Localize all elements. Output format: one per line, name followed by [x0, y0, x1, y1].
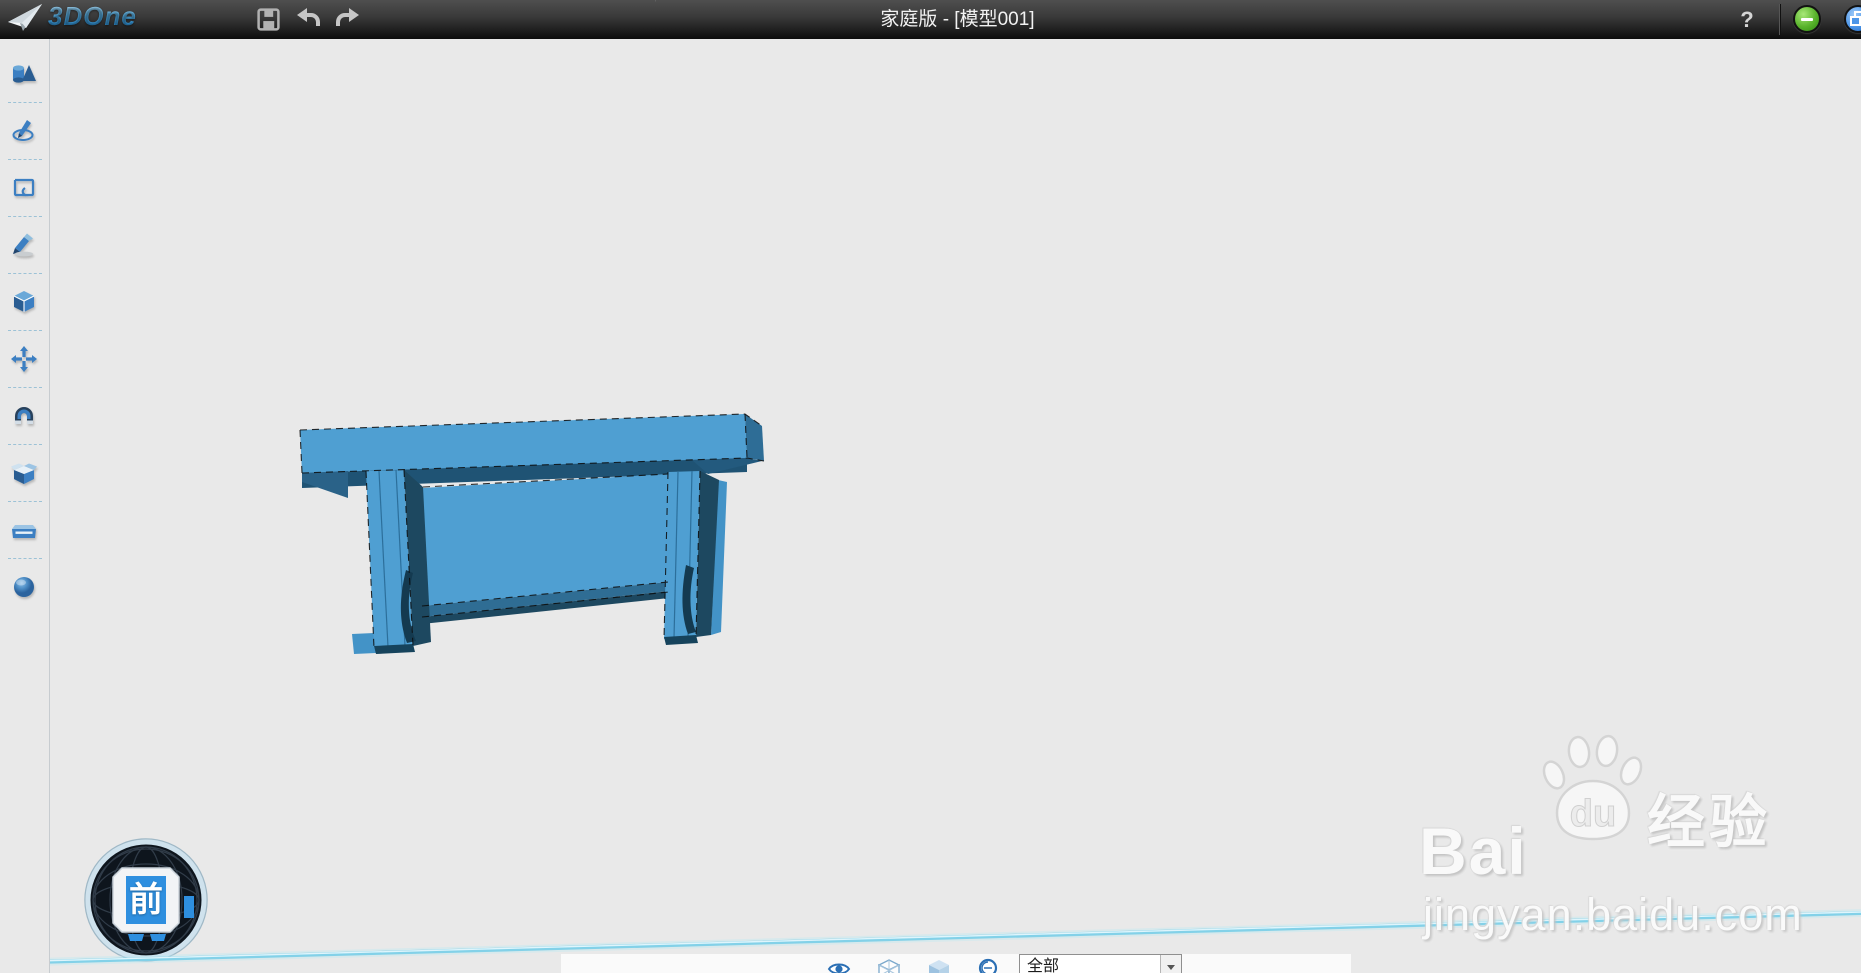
- sidebar-separator: [0, 153, 49, 166]
- sidebar-item-move-transform[interactable]: [0, 337, 48, 381]
- sidebar-separator: [0, 96, 49, 109]
- zoom-scope-icon: [978, 958, 998, 973]
- watermark-bai-text: Bai: [1419, 814, 1528, 888]
- wireframe-display-button[interactable]: [877, 958, 901, 973]
- viewport-3d[interactable]: 前 全部 Bai du 经验 jingyan.baidu.com: [0, 39, 1861, 973]
- display-filter-dropdown[interactable]: 全部: [1019, 954, 1182, 973]
- sketch-draw-icon: [12, 120, 34, 141]
- shaded-box-icon: [929, 960, 949, 973]
- sidebar-item-feature-cube[interactable]: [0, 280, 48, 324]
- overlapping-windows-icon: [1850, 11, 1861, 26]
- minimize-button[interactable]: [1793, 5, 1821, 33]
- sidebar-separator: [0, 381, 49, 394]
- primitive-solids-icon: [13, 65, 36, 83]
- feature-cube-icon: [13, 291, 35, 312]
- watermark-brand-row: Bai: [1419, 813, 1528, 889]
- quick-toolbar: [253, 3, 363, 35]
- eye-icon: [827, 963, 851, 973]
- combine-box-icon: [11, 463, 37, 484]
- sidebar-item-render-sphere[interactable]: [0, 565, 48, 609]
- baidu-watermark: Bai du 经验 jingyan.baidu.com: [1419, 734, 1819, 973]
- display-filter-value: 全部: [1027, 958, 1060, 973]
- sidebar-item-magnet-snap[interactable]: [0, 394, 48, 438]
- 3done-app: { "titlebar": { "app_name": "3DOne", "do…: [0, 0, 1861, 973]
- visibility-eye-button[interactable]: [827, 960, 851, 973]
- watermark-jingyan-text: 经验: [1647, 790, 1772, 855]
- display-toolbar: 全部: [561, 954, 1351, 973]
- view-cube-sphere: [84, 838, 208, 962]
- paper-plane-icon: [8, 3, 42, 31]
- tool-sidebar: [0, 39, 50, 973]
- undo-button[interactable]: [293, 3, 323, 35]
- sidebar-item-combine-box[interactable]: [0, 451, 48, 495]
- titlebar: 3DOne 家庭版 - [模型001] ?: [0, 0, 1861, 39]
- chevron-down-icon: [1167, 964, 1175, 970]
- bench-left-back-foot: [352, 633, 376, 654]
- move-arrows-icon: [11, 346, 37, 372]
- zoom-scope-button[interactable]: [977, 958, 1001, 973]
- sidebar-item-edit-pen[interactable]: [0, 223, 48, 267]
- wireframe-box-icon: [878, 959, 900, 973]
- app-name: 3DOne: [48, 1, 137, 31]
- restore-button[interactable]: [1844, 5, 1861, 33]
- magnet-icon: [15, 407, 33, 424]
- sidebar-item-measure-tray[interactable]: [0, 508, 48, 552]
- shaded-display-button[interactable]: [927, 958, 951, 973]
- measure-tray-icon: [12, 525, 36, 538]
- watermark-url: jingyan.baidu.com: [1423, 889, 1803, 940]
- sidebar-item-sketch-plane[interactable]: [0, 166, 48, 210]
- redo-arrow-icon: [336, 8, 359, 26]
- help-button[interactable]: ?: [1732, 0, 1762, 39]
- render-sphere-icon: [14, 577, 34, 597]
- redo-button[interactable]: [333, 3, 363, 35]
- sidebar-item-sketch-draw[interactable]: [0, 109, 48, 153]
- bench-right-leg-front: [664, 471, 700, 639]
- dropdown-arrow-button[interactable]: [1160, 955, 1181, 973]
- sidebar-separator: [0, 267, 49, 280]
- view-cube-right-sliver: [184, 896, 194, 918]
- app-logo: 3DOne: [6, 1, 137, 32]
- sidebar-separator: [0, 210, 49, 223]
- baidu-paw-icon: du: [1542, 734, 1643, 841]
- watermark-du-text: du: [1570, 793, 1616, 835]
- bench-model[interactable]: [240, 330, 785, 670]
- view-cube[interactable]: 前: [84, 838, 208, 962]
- sidebar-separator: [0, 552, 49, 565]
- sidebar-separator: [0, 438, 49, 451]
- minus-icon: [1801, 18, 1813, 21]
- save-floppy-icon: [256, 7, 280, 31]
- sidebar-item-primitive-solids[interactable]: [0, 52, 48, 96]
- undo-arrow-icon: [297, 8, 320, 26]
- save-button[interactable]: [253, 3, 283, 35]
- sidebar-separator: [0, 324, 49, 337]
- view-cube-front-face[interactable]: [126, 876, 166, 924]
- sketch-plane-icon: [13, 178, 35, 197]
- titlebar-divider: [1779, 4, 1780, 35]
- sidebar-separator: [0, 495, 49, 508]
- edit-pen-icon: [13, 233, 33, 257]
